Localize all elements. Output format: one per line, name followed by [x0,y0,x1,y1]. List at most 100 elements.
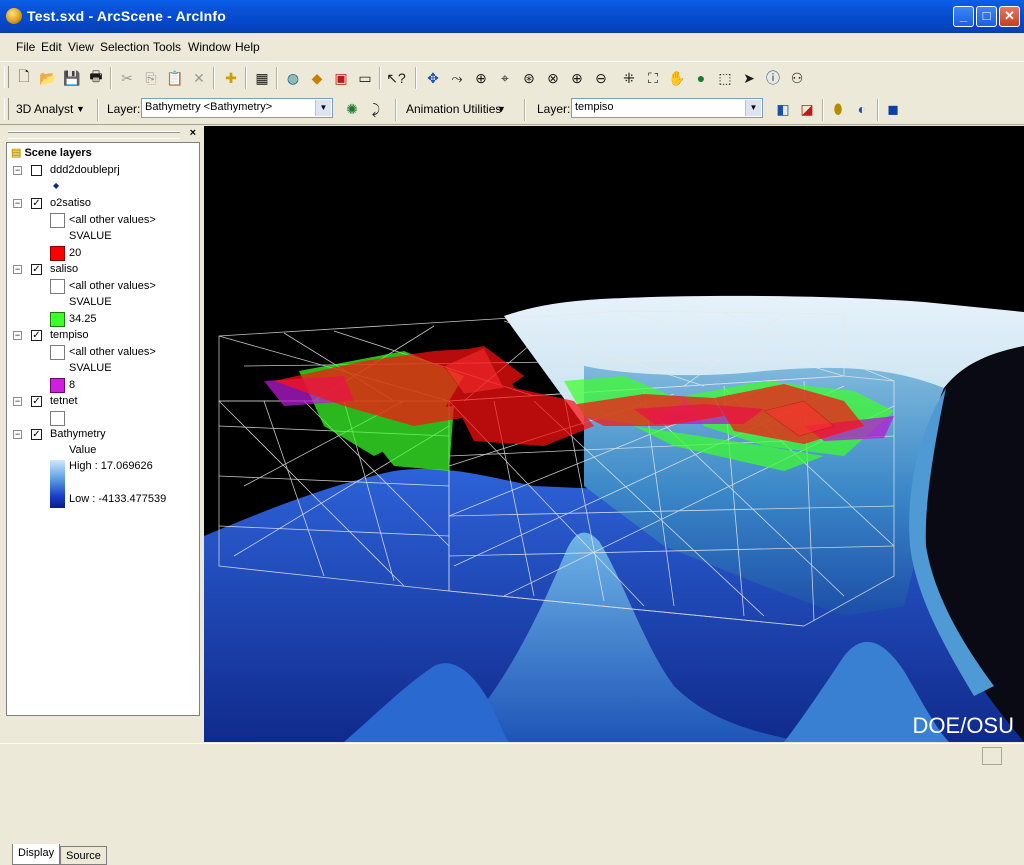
tab-source[interactable]: Source [60,846,107,865]
legend-swatch-other[interactable] [50,213,65,228]
animation-dropdown-icon[interactable]: ▼ [497,104,506,114]
3d-analyst-menu[interactable]: 3D Analyst [16,102,73,116]
zoom-to-target-icon[interactable]: ⊛ [520,69,538,87]
layer-o2satiso[interactable]: − ✓ o2satiso [7,195,197,211]
full-globe-icon[interactable]: ● [692,69,710,87]
layer-tool-icon[interactable]: ◧ [774,100,792,118]
navigate-icon[interactable]: ✥ [424,69,442,87]
new-document-icon[interactable]: 🗋 [15,68,33,87]
layer-edit-icon[interactable]: ◪ [798,100,816,118]
volume-tool-icon[interactable]: ◐ [853,100,871,118]
menu-help[interactable]: Help [235,40,260,54]
menu-file[interactable]: File [16,40,35,54]
arcscene-app-icon[interactable] [6,8,22,24]
layer-select-tempiso[interactable]: tempiso ▼ [571,98,763,118]
toolbox-icon[interactable]: ▣ [332,69,350,87]
layer-tempiso[interactable]: − ✓ tempiso [7,327,197,343]
layers-stack-icon: ▤ [11,147,22,159]
close-icon[interactable]: × [190,127,196,139]
create-contours-icon[interactable]: ✺ [343,100,361,118]
collapse-toggle-icon[interactable]: − [13,397,22,406]
legend-swatch-value[interactable] [50,312,65,327]
chevron-down-icon[interactable]: ▼ [745,100,761,116]
layer-select-value: Bathymetry <Bathymetry> [145,101,273,113]
close-button[interactable]: ✕ [999,6,1020,27]
toolbar-grip[interactable] [4,66,9,88]
collapse-toggle-icon[interactable]: − [13,199,22,208]
zoom-in-icon[interactable]: ⊕ [568,69,586,87]
collapse-toggle-icon[interactable]: − [13,265,22,274]
paste-icon[interactable]: 📋 [166,69,184,87]
tab-display[interactable]: Display [12,844,61,865]
layer-bathymetry[interactable]: − ✓ Bathymetry [7,426,197,442]
center-target-icon[interactable]: ⌖ [496,69,514,87]
add-data-icon[interactable]: ✚ [222,69,240,87]
toolbar-separator [395,99,397,121]
collapse-toggle-icon[interactable]: − [13,166,22,175]
save-icon[interactable]: 💾 [63,69,81,87]
chevron-down-icon[interactable]: ▼ [315,100,331,116]
menu-window[interactable]: Window [188,40,231,54]
standard-toolbar: 🗋 📂 💾 🖶 ✂ ⎘ 📋 ✕ ✚ ▦ ◍ ◆ ▣ ▭ ↖? ✥ ⤳ ⊕ ⌖ ⊛… [0,61,1024,95]
status-resize-grip[interactable] [982,747,1002,765]
calculator-icon[interactable]: ▦ [253,69,271,87]
layer-ddd2doubleprj[interactable]: − ddd2doubleprj [7,162,197,178]
select-features-icon[interactable]: ⬚ [716,69,734,87]
select-elements-arrow-icon[interactable]: ➤ [740,69,758,87]
toolbar-grip[interactable] [4,98,9,120]
toolbar-separator [415,67,417,89]
menu-edit[interactable]: Edit [41,40,62,54]
find-binoculars-icon[interactable]: ⚇ [788,69,806,87]
toolbar-separator [877,99,879,121]
layer-saliso[interactable]: − ✓ saliso [7,261,197,277]
legend-swatch-value[interactable] [50,246,65,261]
maximize-button[interactable]: □ [976,6,997,27]
menu-view[interactable]: View [68,40,94,54]
menu-selection[interactable]: Selection [100,40,149,54]
layer-tetnet[interactable]: − ✓ tetnet [7,393,197,409]
3d-analyst-dropdown-icon[interactable]: ▼ [76,104,85,114]
layer-visibility-checkbox[interactable]: ✓ [31,198,42,209]
delete-icon[interactable]: ✕ [190,69,208,87]
legend-swatch-tetnet[interactable] [50,411,65,426]
cut-icon[interactable]: ✂ [118,69,136,87]
shape-tool-icon[interactable]: ⬮ [829,100,847,118]
layer-select-bathymetry[interactable]: Bathymetry <Bathymetry> ▼ [141,98,333,118]
scene-layers-root[interactable]: ▤ Scene layers [11,145,92,161]
legend-swatch-other[interactable] [50,279,65,294]
analyst-toolbar: 3D Analyst ▼ Layer: Bathymetry <Bathymet… [0,94,1024,125]
animation-utilities-menu[interactable]: Animation Utilities [406,102,501,116]
narrow-fov-icon[interactable]: ⁜ [620,69,638,87]
whats-this-help-icon[interactable]: ↖? [386,69,406,87]
layer-visibility-checkbox[interactable]: ✓ [31,264,42,275]
menu-tools[interactable]: Tools [153,40,181,54]
fly-icon[interactable]: ⤳ [448,69,466,87]
collapse-toggle-icon[interactable]: − [13,331,22,340]
overlay-tool-icon[interactable]: ◼ [884,100,902,118]
legend-swatch-other[interactable] [50,345,65,360]
catalog-icon[interactable]: ◆ [308,69,326,87]
layer-visibility-checkbox[interactable]: ✓ [31,396,42,407]
layer-visibility-checkbox[interactable]: ✓ [31,330,42,341]
layer-visibility-checkbox[interactable]: ✓ [31,429,42,440]
set-observer-icon[interactable]: ⊗ [544,69,562,87]
full-extent-icon[interactable]: ⛶ [644,69,662,87]
globe-icon[interactable]: ◍ [284,69,302,87]
legend-swatch-value[interactable] [50,378,65,393]
print-icon[interactable]: 🖶 [87,68,105,87]
identify-icon[interactable]: ⓘ [764,69,782,87]
layer-visibility-checkbox[interactable] [31,165,42,176]
collapse-toggle-icon[interactable]: − [13,430,22,439]
legend-field: SVALUE [69,230,112,242]
steepest-path-icon[interactable]: ⤸ [367,100,385,118]
zoom-target-icon[interactable]: ⊕ [472,69,490,87]
open-folder-icon[interactable]: 📂 [39,69,57,87]
scene-view[interactable]: DOE/OSU [204,126,1024,742]
copy-icon[interactable]: ⎘ [142,69,160,87]
zoom-out-icon[interactable]: ⊖ [592,69,610,87]
legend-label: <all other values> [69,214,156,226]
window-icon[interactable]: ▭ [356,69,374,87]
toc-grip[interactable] [8,131,180,139]
pan-hand-icon[interactable]: ✋ [668,69,686,87]
minimize-button[interactable]: _ [953,6,974,27]
